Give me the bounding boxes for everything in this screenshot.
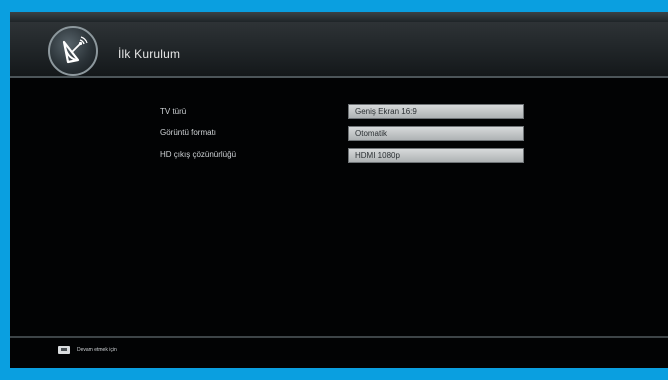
footer-divider (10, 336, 668, 338)
picture-format-label: Görüntü formatı (160, 128, 217, 137)
screen: İlk Kurulum TV türü Geniş Ekran 16:9 Gör… (10, 12, 668, 368)
hd-output-resolution-selector[interactable]: HDMI 1080p (348, 148, 524, 163)
tv-type-label: TV türü (160, 107, 187, 116)
tv-type-selector[interactable]: Geniş Ekran 16:9 (348, 104, 524, 119)
footer-hint: Devam etmek için (77, 347, 117, 353)
hd-output-resolution-label: HD çıkış çözünürlüğü (160, 150, 237, 159)
settings-list: TV türü Geniş Ekran 16:9 Görüntü formatı… (10, 12, 668, 368)
picture-format-selector[interactable]: Otomatik (348, 126, 524, 141)
remote-key-icon (58, 346, 70, 354)
